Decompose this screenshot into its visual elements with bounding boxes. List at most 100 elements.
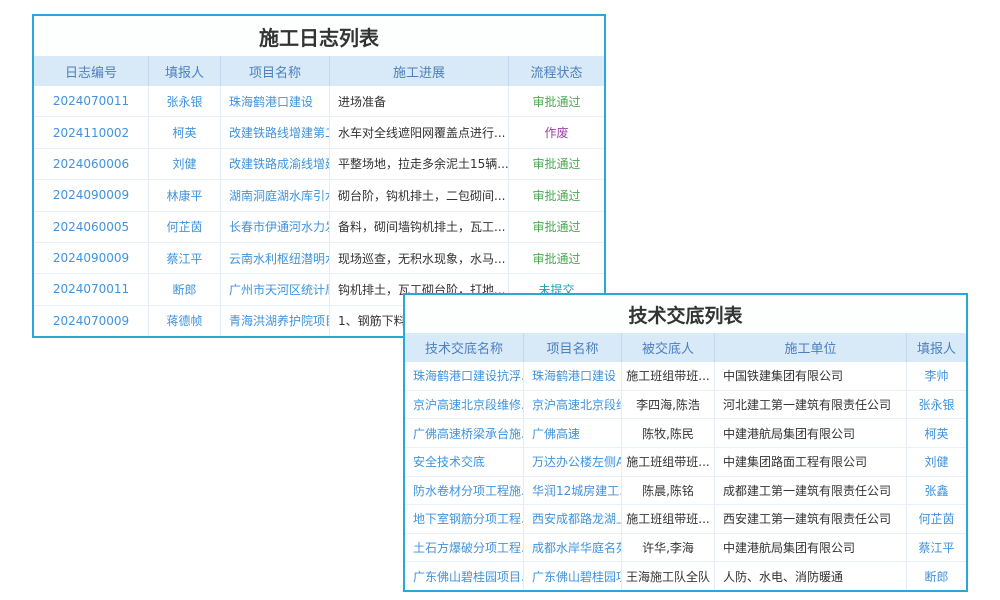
reporter-link[interactable]: 何芷茵 [149,212,221,242]
reporter-link[interactable]: 蔡江平 [907,534,966,562]
col-header-unit: 施工单位 [715,333,907,362]
tech-disclosure-panel: 技术交底列表 技术交底名称 项目名称 被交底人 施工单位 填报人 珠海鹤港口建设… [403,293,968,592]
unit-text: 河北建工第一建筑有限责任公司 [715,391,907,419]
receiver-text: 许华,李海 [622,534,715,562]
reporter-link[interactable]: 林康平 [149,180,221,210]
project-link[interactable]: 珠海鹤港口建设 [221,86,330,116]
log-id-link[interactable]: 2024110002 [34,117,149,147]
log-id-link[interactable]: 2024070009 [34,306,149,336]
reporter-link[interactable]: 断郎 [149,274,221,304]
unit-text: 成都建工第一建筑有限责任公司 [715,477,907,505]
project-link[interactable]: 改建铁路线增建第二线直... [221,117,330,147]
table-row: 珠海鹤港口建设抗浮... 珠海鹤港口建设 施工班组带班... 中国铁建集团有限公… [405,362,966,391]
project-link[interactable]: 青海洪湖养护院项目 [221,306,330,336]
project-link[interactable]: 成都水岸华庭名苑... [524,534,622,562]
receiver-text: 施工班组带班... [622,362,715,390]
reporter-link[interactable]: 蒋德帧 [149,306,221,336]
project-link[interactable]: 广东佛山碧桂园项目 [524,562,622,590]
unit-text: 中建港航局集团有限公司 [715,534,907,562]
disclosure-table-body: 珠海鹤港口建设抗浮... 珠海鹤港口建设 施工班组带班... 中国铁建集团有限公… [405,362,966,590]
table-row: 2024090009 蔡江平 云南水利枢纽潜明水库一... 现场巡查，无积水现象… [34,243,604,274]
col-header-progress: 施工进展 [330,56,509,86]
project-link[interactable]: 华润12城房建工... [524,477,622,505]
receiver-text: 陈牧,陈民 [622,419,715,447]
reporter-link[interactable]: 何芷茵 [907,505,966,533]
reporter-link[interactable]: 张鑫 [907,477,966,505]
log-id-link[interactable]: 2024090009 [34,243,149,273]
col-header-disclosure-name: 技术交底名称 [405,333,524,362]
col-header-reporter: 填报人 [907,333,966,362]
disclosure-name-link[interactable]: 广佛高速桥梁承台施... [405,419,524,447]
disclosure-name-link[interactable]: 防水卷材分项工程施... [405,477,524,505]
reporter-link[interactable]: 李帅 [907,362,966,390]
table-row: 广东佛山碧桂园项目... 广东佛山碧桂园项目 王海施工队全队 人防、水电、消防暖… [405,562,966,590]
table-row: 京沪高速北京段维修... 京沪高速北京段维修 李四海,陈浩 河北建工第一建筑有限… [405,391,966,420]
project-link[interactable]: 广佛高速 [524,419,622,447]
disclosure-name-link[interactable]: 广东佛山碧桂园项目... [405,562,524,590]
disclosure-name-link[interactable]: 京沪高速北京段维修... [405,391,524,419]
receiver-text: 施工班组带班... [622,505,715,533]
progress-text: 平整场地，拉走多余泥土15辆... [330,149,509,179]
unit-text: 中建集团路面工程有限公司 [715,448,907,476]
status-badge: 作废 [509,117,604,147]
reporter-link[interactable]: 张永银 [149,86,221,116]
disclosure-panel-title: 技术交底列表 [405,295,966,333]
status-badge: 审批通过 [509,243,604,273]
col-header-project: 项目名称 [524,333,622,362]
status-badge: 审批通过 [509,149,604,179]
log-id-link[interactable]: 2024090009 [34,180,149,210]
table-row: 防水卷材分项工程施... 华润12城房建工... 陈晨,陈铭 成都建工第一建筑有… [405,477,966,506]
project-link[interactable]: 西安成都路龙湖上... [524,505,622,533]
disclosure-name-link[interactable]: 珠海鹤港口建设抗浮... [405,362,524,390]
table-row: 广佛高速桥梁承台施... 广佛高速 陈牧,陈民 中建港航局集团有限公司 柯英 [405,419,966,448]
table-row: 2024090009 林康平 湖南洞庭湖水库引水工程... 砌台阶，钩机排土，二… [34,180,604,211]
project-link[interactable]: 广州市天河区统计局机房... [221,274,330,304]
log-id-link[interactable]: 2024060006 [34,149,149,179]
disclosure-table-header: 技术交底名称 项目名称 被交底人 施工单位 填报人 [405,333,966,362]
table-row: 2024060006 刘健 改建铁路成渝线增建第二... 平整场地，拉走多余泥土… [34,149,604,180]
log-id-link[interactable]: 2024070011 [34,86,149,116]
disclosure-name-link[interactable]: 安全技术交底 [405,448,524,476]
reporter-link[interactable]: 刘健 [907,448,966,476]
log-id-link[interactable]: 2024070011 [34,274,149,304]
receiver-text: 陈晨,陈铭 [622,477,715,505]
project-link[interactable]: 云南水利枢纽潜明水库一... [221,243,330,273]
unit-text: 中国铁建集团有限公司 [715,362,907,390]
log-table-header: 日志编号 填报人 项目名称 施工进展 流程状态 [34,56,604,86]
reporter-link[interactable]: 刘健 [149,149,221,179]
disclosure-name-link[interactable]: 地下室钢筋分项工程... [405,505,524,533]
col-header-log-id: 日志编号 [34,56,149,86]
project-link[interactable]: 长春市伊通河水力发电厂... [221,212,330,242]
log-id-link[interactable]: 2024060005 [34,212,149,242]
col-header-status: 流程状态 [509,56,604,86]
col-header-reporter: 填报人 [149,56,221,86]
progress-text: 水车对全线遮阳网覆盖点进行... [330,117,509,147]
table-row: 2024110002 柯英 改建铁路线增建第二线直... 水车对全线遮阳网覆盖点… [34,117,604,148]
progress-text: 现场巡查，无积水现象，水马... [330,243,509,273]
log-panel-title: 施工日志列表 [34,16,604,56]
disclosure-name-link[interactable]: 土石方爆破分项工程... [405,534,524,562]
progress-text: 砌台阶，钩机排土，二包砌间... [330,180,509,210]
unit-text: 中建港航局集团有限公司 [715,419,907,447]
status-badge: 审批通过 [509,86,604,116]
reporter-link[interactable]: 蔡江平 [149,243,221,273]
receiver-text: 施工班组带班... [622,448,715,476]
reporter-link[interactable]: 柯英 [907,419,966,447]
unit-text: 西安建工第一建筑有限责任公司 [715,505,907,533]
project-link[interactable]: 改建铁路成渝线增建第二... [221,149,330,179]
table-row: 地下室钢筋分项工程... 西安成都路龙湖上... 施工班组带班... 西安建工第… [405,505,966,534]
project-link[interactable]: 珠海鹤港口建设 [524,362,622,390]
table-row: 2024060005 何芷茵 长春市伊通河水力发电厂... 备料，砌间墙钩机排土… [34,212,604,243]
reporter-link[interactable]: 断郎 [907,562,966,590]
reporter-link[interactable]: 柯英 [149,117,221,147]
table-row: 2024070011 张永银 珠海鹤港口建设 进场准备 审批通过 [34,86,604,117]
receiver-text: 李四海,陈浩 [622,391,715,419]
project-link[interactable]: 京沪高速北京段维修 [524,391,622,419]
status-badge: 审批通过 [509,212,604,242]
project-link[interactable]: 万达办公楼左侧A... [524,448,622,476]
project-link[interactable]: 湖南洞庭湖水库引水工程... [221,180,330,210]
progress-text: 备料，砌间墙钩机排土，瓦工... [330,212,509,242]
table-row: 土石方爆破分项工程... 成都水岸华庭名苑... 许华,李海 中建港航局集团有限… [405,534,966,563]
receiver-text: 王海施工队全队 [622,562,715,590]
reporter-link[interactable]: 张永银 [907,391,966,419]
